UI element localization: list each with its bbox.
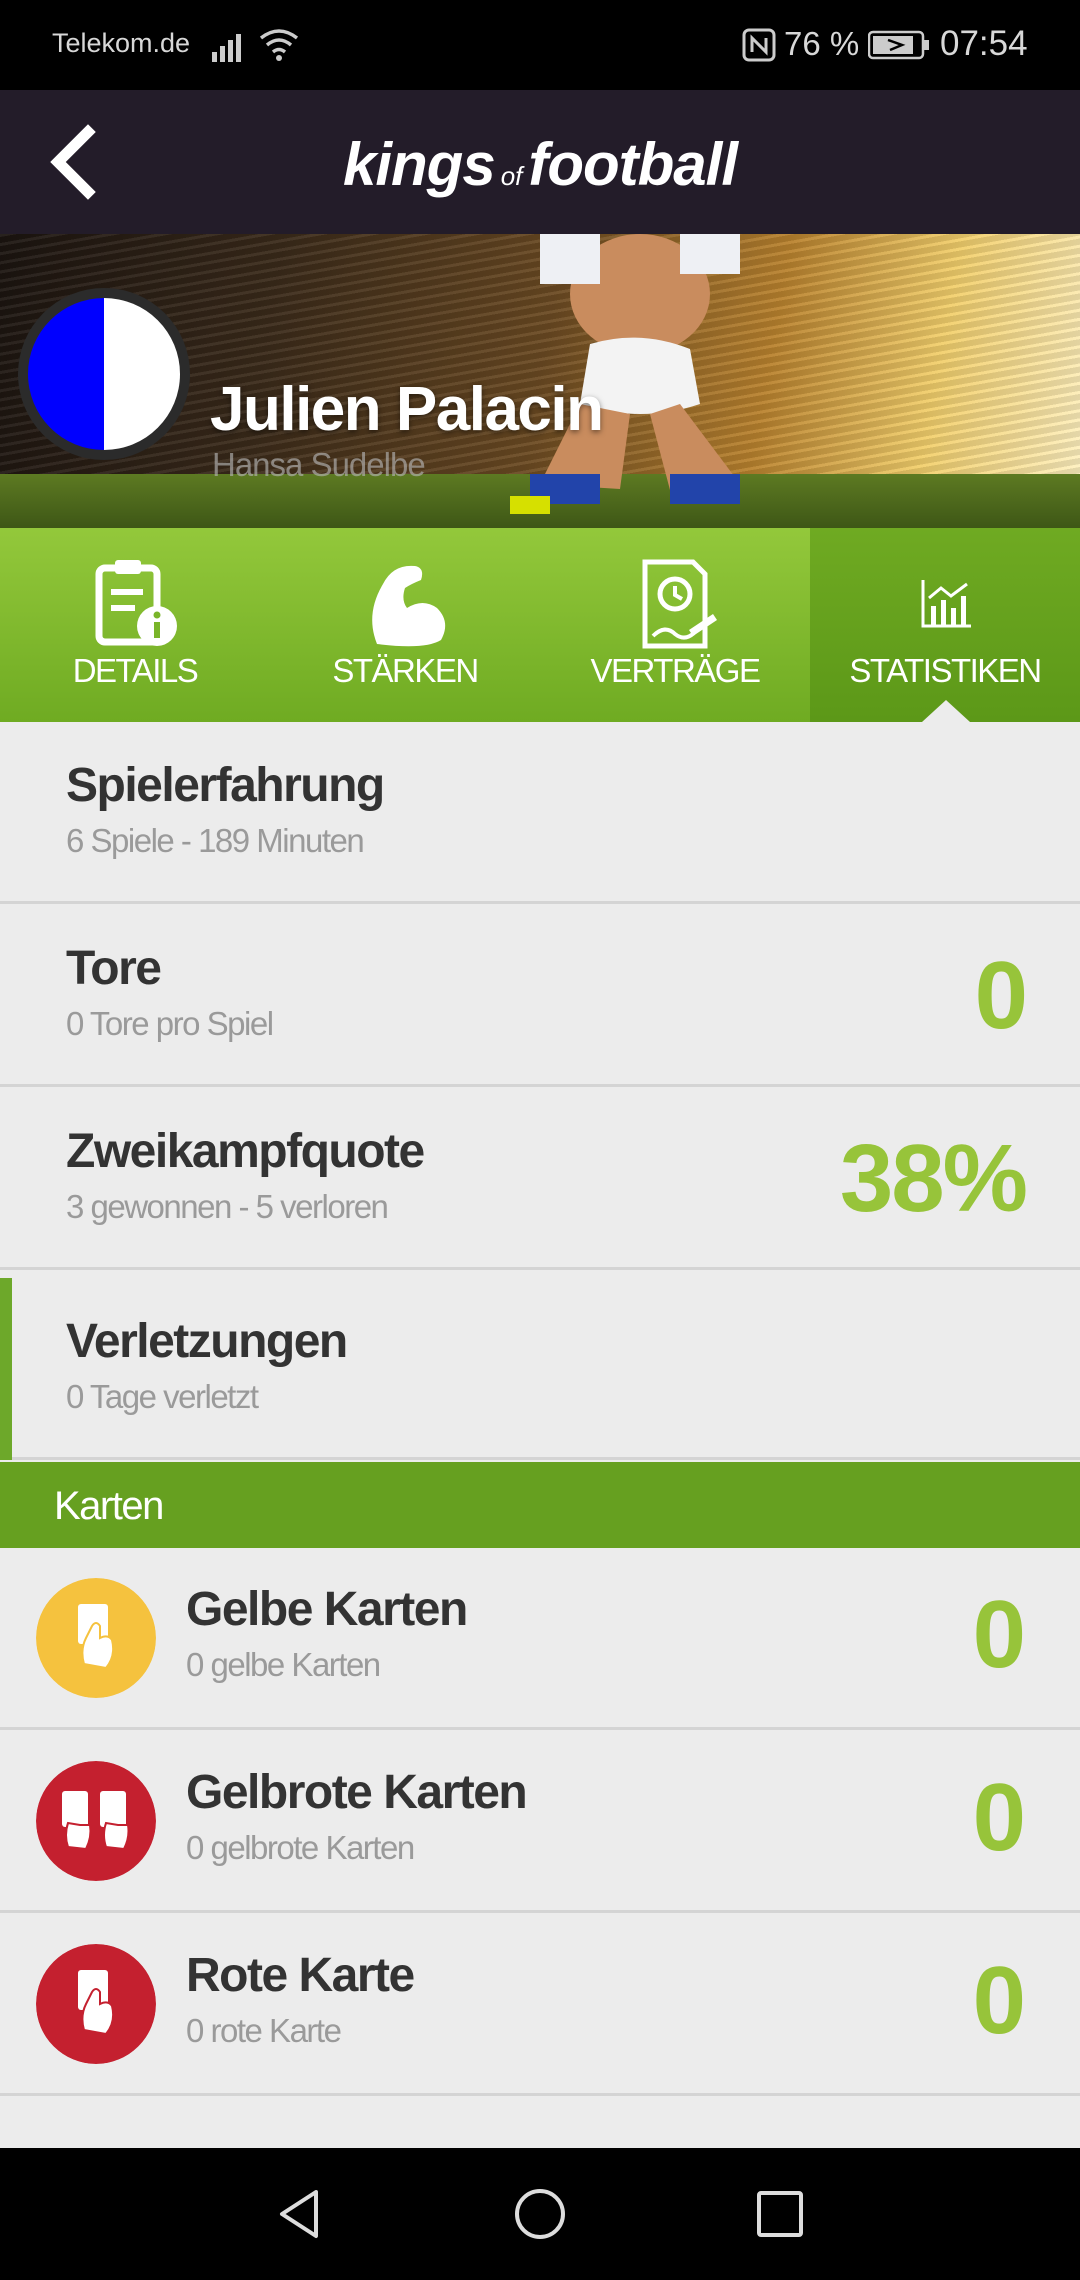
card-title: Rote Karte	[186, 1949, 415, 2002]
signal-icon	[212, 34, 241, 62]
tab-label: STÄRKEN	[332, 652, 479, 689]
yellow-red-card-icon	[36, 1761, 156, 1881]
card-value: 0	[972, 1581, 1026, 1688]
tab-details[interactable]: DETAILS	[0, 528, 270, 722]
player-club: Hansa Sudelbe	[212, 446, 426, 483]
brand-word-kings: kings	[342, 131, 496, 198]
red-card-icon	[36, 1944, 156, 2064]
carrier-label: Telekom.de	[52, 28, 191, 58]
chart-icon	[921, 580, 971, 628]
tab-staerken[interactable]: STÄRKEN	[270, 528, 540, 722]
card-subtitle: 0 gelbe Karten	[186, 1646, 381, 1683]
app-bar: kings of football	[0, 90, 1080, 234]
muscle-icon	[372, 565, 446, 647]
battery-icon	[868, 30, 929, 60]
stat-row-verletzungen[interactable]: Verletzungen 0 Tage verletzt	[0, 1278, 1080, 1460]
brand-word-of: of	[500, 161, 523, 191]
battery-percent: 76 %	[784, 25, 860, 62]
card-row-rote-karte[interactable]: Rote Karte 0 rote Karte 0	[0, 1914, 1080, 2096]
brand-word-football: football	[528, 131, 738, 198]
player-hero: Julien Palacin Hansa Sudelbe	[0, 234, 1080, 528]
stat-subtitle: 3 gewonnen - 5 verloren	[66, 1188, 389, 1225]
clock: 07:54	[940, 24, 1028, 63]
club-badge-colors	[28, 298, 180, 450]
stat-row-spielerfahrung[interactable]: Spielerfahrung 6 Spiele - 189 Minuten	[0, 722, 1080, 904]
stat-title: Verletzungen	[66, 1315, 348, 1368]
tab-bar: DETAILS STÄRKEN VERTRÄGE STATISTIKEN	[0, 528, 1080, 722]
card-subtitle: 0 rote Karte	[186, 2012, 342, 2049]
active-tab-pointer	[922, 700, 970, 722]
stat-value: 0	[974, 942, 1028, 1049]
section-title: Karten	[54, 1484, 164, 1528]
recents-square-icon[interactable]	[752, 2186, 808, 2242]
back-triangle-icon[interactable]	[272, 2186, 328, 2242]
club-badge	[18, 288, 190, 460]
section-header-karten: Karten	[0, 1462, 1080, 1548]
status-bar: Telekom.de 76 % 07:54	[0, 0, 1080, 90]
player-name: Julien Palacin	[210, 375, 604, 444]
details-icon	[95, 560, 177, 646]
yellow-card-icon	[36, 1578, 156, 1698]
card-row-gelbrote-karten[interactable]: Gelbrote Karten 0 gelbrote Karten 0	[0, 1731, 1080, 1913]
selected-row-indicator	[0, 1278, 12, 1460]
card-subtitle: 0 gelbrote Karten	[186, 1829, 415, 1866]
nfc-icon	[742, 28, 776, 62]
tab-label: DETAILS	[72, 652, 199, 689]
tab-statistiken[interactable]: STATISTIKEN	[810, 528, 1080, 722]
stat-subtitle: 6 Spiele - 189 Minuten	[66, 822, 365, 859]
tab-vertraege[interactable]: VERTRÄGE	[540, 528, 810, 722]
stat-row-zweikampfquote[interactable]: Zweikampfquote 3 gewonnen - 5 verloren 3…	[0, 1088, 1080, 1270]
card-value: 0	[972, 1764, 1026, 1871]
tab-label: VERTRÄGE	[590, 652, 761, 689]
stat-subtitle: 0 Tore pro Spiel	[66, 1005, 274, 1042]
stat-title: Tore	[66, 942, 162, 995]
stat-title: Zweikampfquote	[66, 1125, 425, 1178]
wifi-icon	[259, 29, 299, 61]
card-value: 0	[972, 1947, 1026, 2054]
stat-subtitle: 0 Tage verletzt	[66, 1378, 259, 1415]
card-title: Gelbrote Karten	[186, 1766, 528, 1819]
stat-row-tore[interactable]: Tore 0 Tore pro Spiel 0	[0, 905, 1080, 1087]
brand-logo: kings of football	[0, 130, 1080, 199]
tab-label: STATISTIKEN	[849, 652, 1042, 689]
stat-value: 38%	[839, 1125, 1028, 1232]
home-circle-icon[interactable]	[512, 2186, 568, 2242]
system-nav-bar	[0, 2148, 1080, 2280]
card-row-gelbe-karten[interactable]: Gelbe Karten 0 gelbe Karten 0	[0, 1548, 1080, 1730]
card-title: Gelbe Karten	[186, 1583, 468, 1636]
contract-icon	[642, 559, 717, 649]
stat-title: Spielerfahrung	[66, 759, 385, 812]
